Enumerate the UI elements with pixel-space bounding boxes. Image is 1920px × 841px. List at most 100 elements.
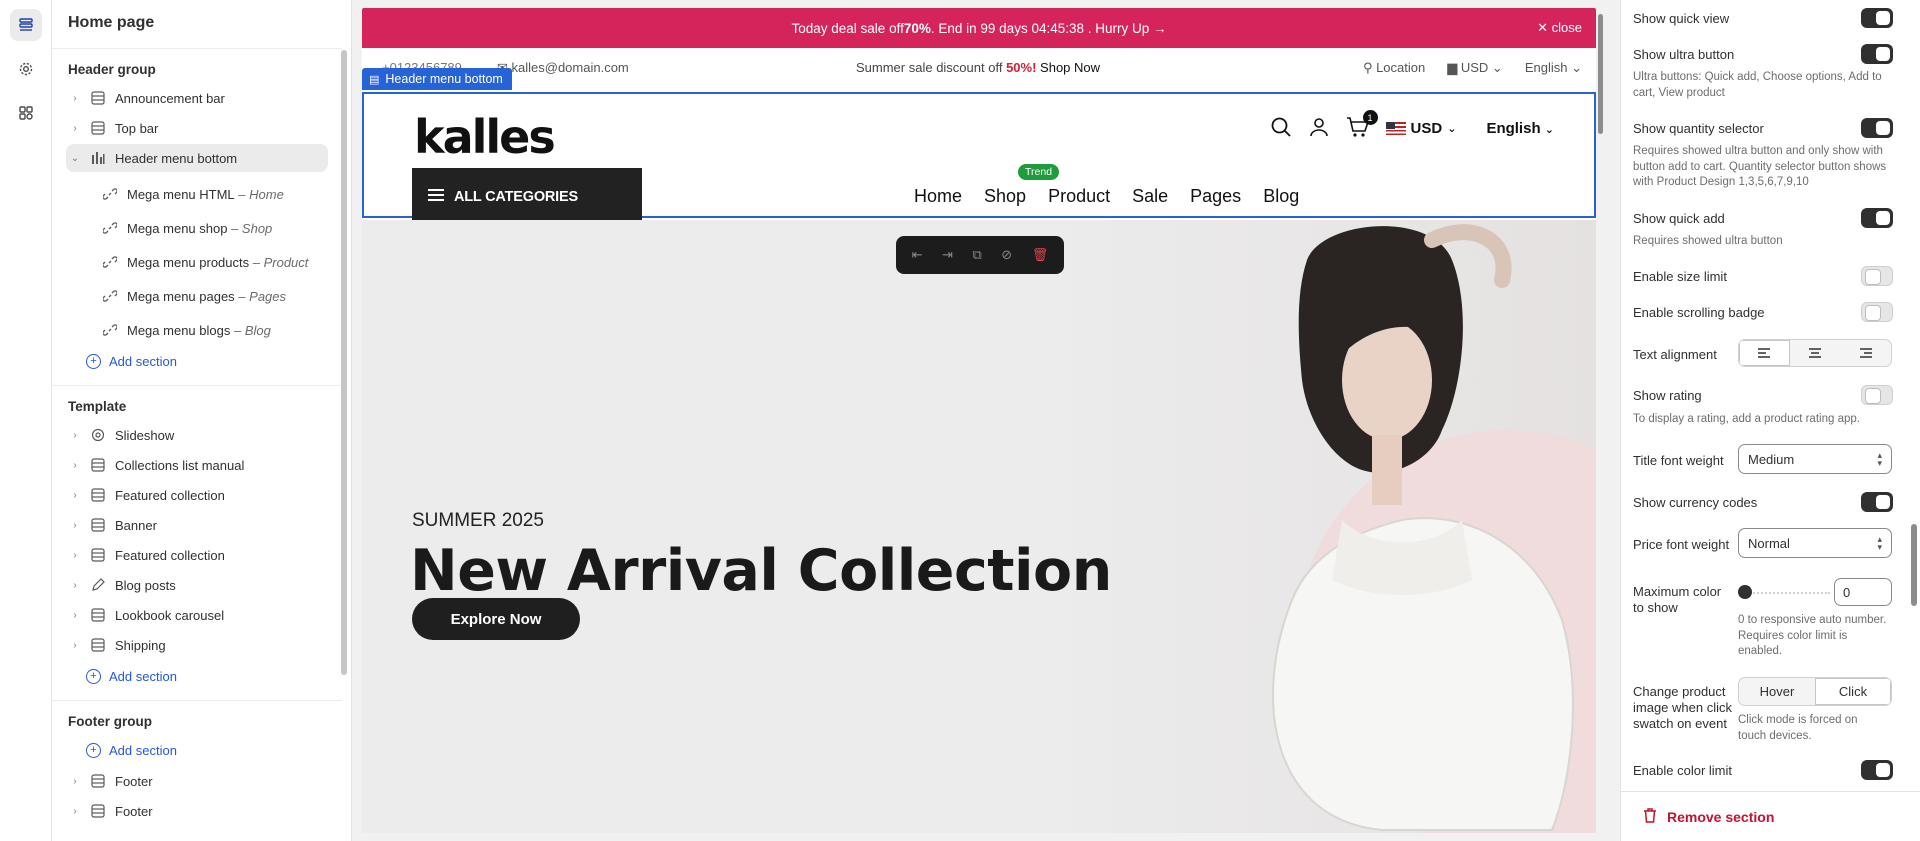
tree-item-mega-menu-pages[interactable]: Mega menu pages – Pages (98, 282, 328, 310)
gear-icon[interactable] (10, 53, 42, 85)
all-categories-button[interactable]: ALL CATEGORIES (412, 168, 642, 226)
apps-icon[interactable] (10, 97, 42, 129)
sections-icon[interactable] (10, 9, 42, 41)
title-font-weight-label: Title font weight (1633, 453, 1724, 468)
chevron-right-icon[interactable]: › (68, 550, 82, 561)
tree-item-lookbook-carousel[interactable]: › Lookbook carousel (66, 601, 328, 629)
show-quick-add-label: Show quick add (1633, 211, 1725, 226)
header-currency-select[interactable]: USD ⌄ (1385, 120, 1456, 137)
chevron-right-icon[interactable]: › (68, 520, 82, 531)
section-icon (90, 547, 106, 563)
tree-item-announcement-bar[interactable]: › Announcement bar (66, 84, 328, 112)
add-section-template-button[interactable]: + Add section (86, 665, 177, 687)
align-center-icon[interactable] (1790, 340, 1841, 366)
nav-shop[interactable]: Shop (984, 186, 1026, 207)
location-link[interactable]: ⚲ Location (1363, 60, 1425, 76)
settings-scrollbar[interactable] (1911, 524, 1917, 606)
preview-scrollbar[interactable] (1598, 14, 1603, 134)
trash-icon[interactable]: 🗑 (1032, 247, 1049, 263)
title-font-weight-select[interactable]: Medium ▴ ▾ (1738, 444, 1892, 474)
sidebar-scrollbar[interactable] (341, 50, 347, 675)
tree-item-mega-menu-products[interactable]: Mega menu products – Product (98, 248, 328, 276)
chevron-right-icon[interactable]: › (68, 776, 82, 787)
add-section-footer-button[interactable]: + Add section (86, 739, 177, 761)
enable-color-limit-toggle[interactable] (1861, 760, 1893, 780)
tree-item-mega-menu-blogs[interactable]: Mega menu blogs – Blog (98, 316, 328, 344)
nav-home[interactable]: Home (914, 186, 962, 207)
email-text[interactable]: ✉ kalles@domain.com (497, 60, 629, 76)
hide-icon[interactable]: ⊘ (1001, 247, 1012, 263)
hero-season: SUMMER 2025 (412, 510, 544, 531)
show-quick-add-toggle[interactable] (1861, 208, 1893, 228)
tree-item-featured-collection-2[interactable]: › Featured collection (66, 541, 328, 569)
tree-item-footer-2[interactable]: › Footer (66, 797, 328, 825)
chevron-right-icon[interactable]: › (68, 490, 82, 501)
tree-item-header-menu-bottom[interactable]: ⌄ Header menu bottom (66, 144, 328, 172)
max-color-slider-handle[interactable] (1738, 585, 1752, 599)
chevron-right-icon[interactable]: › (68, 93, 82, 104)
tree-item-label: Blog posts (115, 577, 176, 593)
chevron-right-icon[interactable]: › (68, 580, 82, 591)
tree-item-blog-posts[interactable]: › Blog posts (66, 571, 328, 599)
tree-item-mega-menu-html[interactable]: Mega menu HTML – Home (98, 180, 328, 208)
tree-item-sublabel: Home (249, 186, 284, 202)
nav-blog[interactable]: Blog (1263, 186, 1299, 207)
duplicate-icon[interactable]: ⧉ (973, 247, 982, 263)
tree-item-footer[interactable]: › Footer (66, 767, 328, 795)
tree-item-label: Shipping (115, 637, 166, 653)
enable-size-limit-toggle[interactable] (1861, 266, 1893, 286)
announcement-close-button[interactable]: ✕ close (1537, 20, 1582, 36)
tree-item-mega-menu-shop[interactable]: Mega menu shop – Shop (98, 214, 328, 242)
tree-item-collections-list[interactable]: › Collections list manual (66, 451, 328, 479)
chevron-right-icon[interactable]: › (68, 123, 82, 134)
selected-section-tag[interactable]: ▤ Header menu bottom (362, 68, 512, 90)
announcement-bar[interactable]: Today deal sale off 70%. End in 99 days … (362, 8, 1596, 48)
show-quick-add-help: Requires showed ultra button (1633, 235, 1783, 247)
show-rating-toggle[interactable] (1861, 385, 1893, 405)
hero-slideshow[interactable]: ⇤ ⇥ ⧉ ⊘ 🗑 SUMMER 2025 New Arrival Collec… (362, 220, 1596, 833)
link-icon (102, 186, 118, 202)
hover-option[interactable]: Hover (1739, 678, 1815, 705)
align-right-icon[interactable] (1840, 340, 1891, 366)
move-up-icon[interactable]: ⇤ (912, 247, 923, 263)
currency-select[interactable]: ▆ USD ⌄ (1447, 60, 1503, 76)
show-quick-view-toggle[interactable] (1861, 8, 1893, 28)
search-icon[interactable] (1270, 116, 1292, 141)
store-logo[interactable]: kalles (414, 110, 556, 164)
nav-product[interactable]: Product (1048, 186, 1110, 207)
tree-item-top-bar[interactable]: › Top bar (66, 114, 328, 142)
tree-item-banner[interactable]: › Banner (66, 511, 328, 539)
nav-pages[interactable]: Pages (1190, 186, 1241, 207)
footer-group-label: Footer group (68, 714, 152, 729)
remove-section-bar: Remove section (1621, 791, 1920, 841)
chevron-right-icon[interactable]: › (68, 610, 82, 621)
shop-now-link[interactable]: Shop Now (1040, 60, 1100, 75)
chevron-right-icon[interactable]: › (68, 430, 82, 441)
tree-item-featured-collection[interactable]: › Featured collection (66, 481, 328, 509)
chevron-right-icon[interactable]: › (68, 806, 82, 817)
show-currency-codes-toggle[interactable] (1861, 492, 1893, 512)
price-font-weight-select[interactable]: Normal ▴ ▾ (1738, 528, 1892, 558)
add-section-header-button[interactable]: + Add section (86, 350, 177, 372)
enable-scrolling-badge-toggle[interactable] (1861, 302, 1893, 322)
align-left-icon[interactable] (1739, 340, 1790, 366)
header-language-select[interactable]: English ⌄ (1486, 120, 1554, 137)
max-color-input[interactable]: 0 (1834, 578, 1892, 606)
chevron-right-icon[interactable]: › (68, 640, 82, 651)
tree-item-slideshow[interactable]: › Slideshow (66, 421, 328, 449)
language-select[interactable]: English ⌄ (1525, 60, 1582, 76)
show-ultra-button-toggle[interactable] (1861, 44, 1893, 64)
max-color-slider-track[interactable] (1746, 592, 1830, 594)
cart-icon[interactable]: 1 (1346, 110, 1378, 141)
remove-section-button[interactable]: Remove section (1643, 808, 1774, 826)
click-option[interactable]: Click (1815, 678, 1891, 705)
account-icon[interactable] (1308, 116, 1330, 141)
tree-item-shipping[interactable]: › Shipping (66, 631, 328, 659)
header-menu-bottom-section[interactable]: kalles 1 USD ⌄ English ⌄ ALL CATEGORIES T… (362, 92, 1596, 226)
nav-sale[interactable]: Sale (1132, 186, 1168, 207)
explore-now-button[interactable]: Explore Now (412, 598, 580, 640)
chevron-right-icon[interactable]: › (68, 460, 82, 471)
show-quantity-selector-toggle[interactable] (1861, 118, 1893, 138)
move-down-icon[interactable]: ⇥ (942, 247, 953, 263)
chevron-down-icon[interactable]: ⌄ (68, 153, 82, 164)
